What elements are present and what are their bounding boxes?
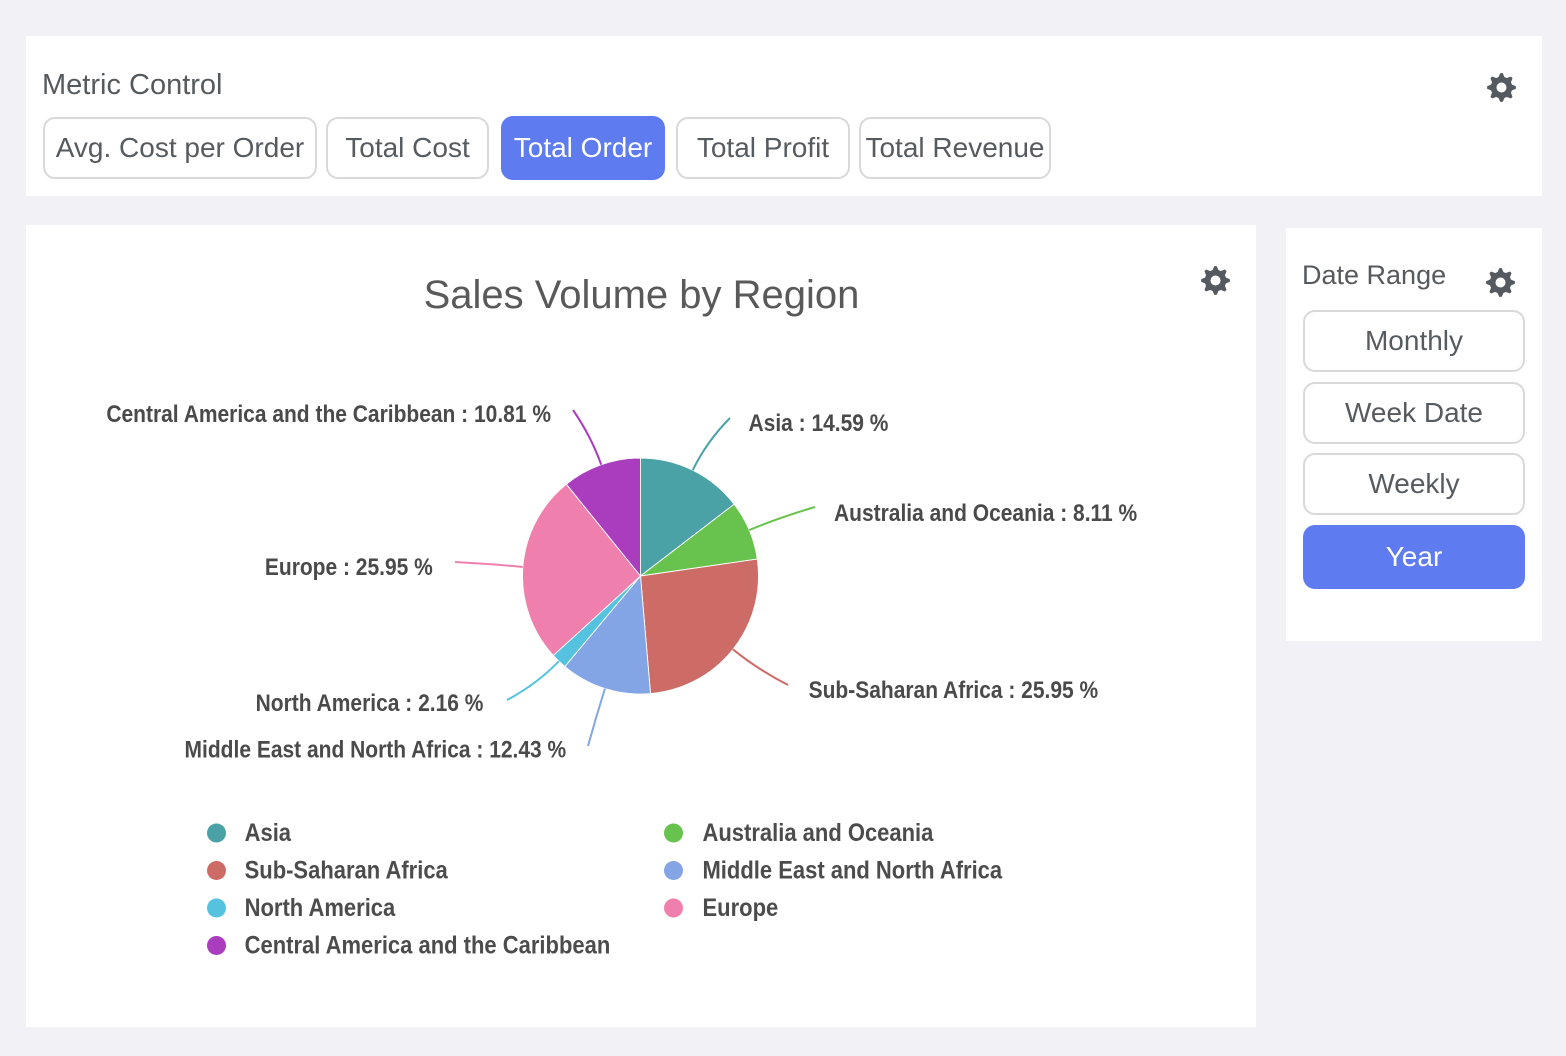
svg-text:Australia and Oceania : 8.11 %: Australia and Oceania : 8.11 % bbox=[834, 500, 1137, 527]
svg-text:North America : 2.16 %: North America : 2.16 % bbox=[256, 690, 484, 717]
svg-text:Sub-Saharan Africa: Sub-Saharan Africa bbox=[245, 857, 449, 885]
svg-text:Middle East and North Africa :: Middle East and North Africa : 12.43 % bbox=[185, 736, 567, 763]
svg-text:Sales Volume by Region: Sales Volume by Region bbox=[424, 273, 860, 317]
svg-text:Europe : 25.95 %: Europe : 25.95 % bbox=[265, 553, 433, 580]
svg-text:Central America and the Caribb: Central America and the Caribbean : 10.8… bbox=[106, 401, 551, 428]
svg-text:Australia and Oceania: Australia and Oceania bbox=[703, 820, 935, 848]
svg-text:Sub-Saharan Africa : 25.95 %: Sub-Saharan Africa : 25.95 % bbox=[809, 677, 1099, 704]
svg-text:Europe: Europe bbox=[703, 895, 779, 923]
svg-text:Central America and the Caribb: Central America and the Caribbean bbox=[245, 932, 611, 960]
svg-text:Asia: Asia bbox=[245, 820, 292, 848]
svg-text:Asia : 14.59 %: Asia : 14.59 % bbox=[749, 410, 889, 437]
svg-text:Middle East and North Africa: Middle East and North Africa bbox=[703, 857, 1003, 885]
svg-text:North America: North America bbox=[245, 895, 396, 923]
